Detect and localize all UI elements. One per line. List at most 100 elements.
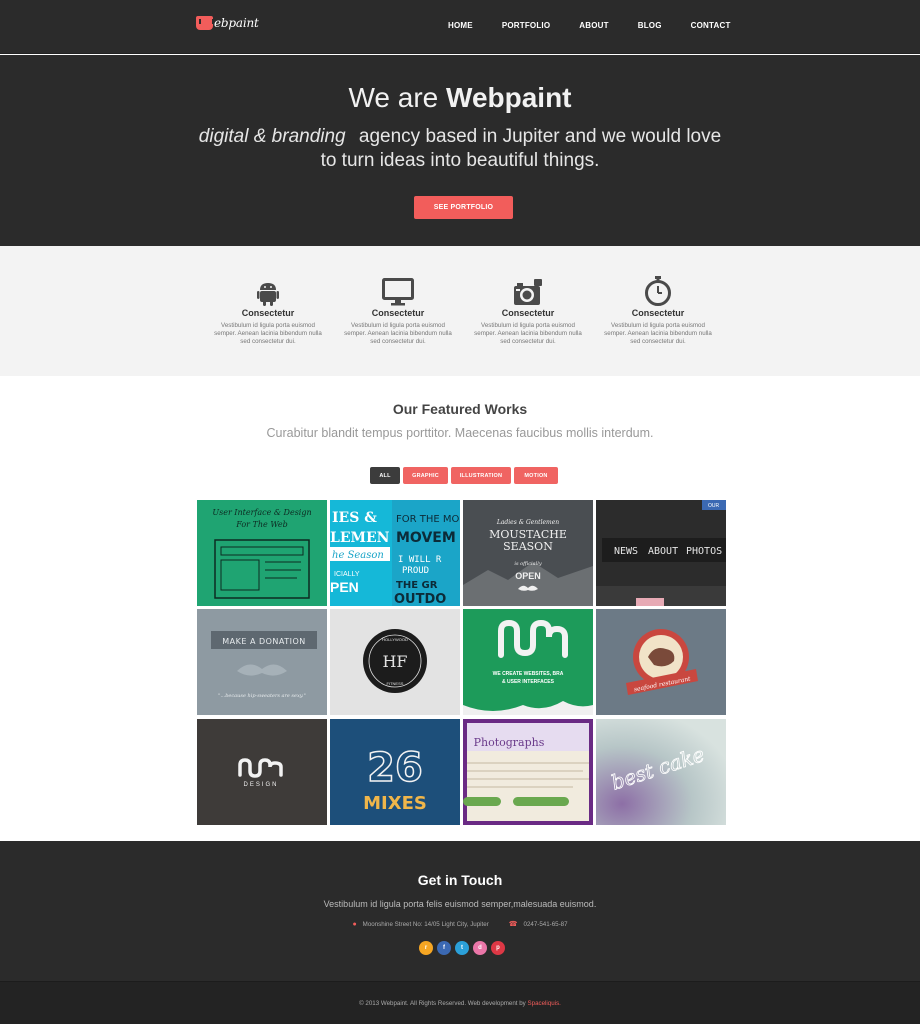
svg-text:MOVEM: MOVEM <box>396 530 456 546</box>
address-text: Moonshine Street No: 14/05 Light City, J… <box>362 920 489 928</box>
hero-subtitle-line2: to turn ideas into beautiful things. <box>320 150 600 171</box>
pinterest-icon[interactable]: p <box>491 941 505 955</box>
hero-title: We are Webpaint <box>0 82 920 114</box>
tile-text: DESIGN <box>243 782 278 788</box>
facebook-icon[interactable]: f <box>437 941 451 955</box>
works-subtitle: Curabitur blandit tempus porttitor. Maec… <box>266 426 654 440</box>
nav-home[interactable]: HOME <box>448 21 473 30</box>
hero: We are Webpaint digital & branding agenc… <box>0 55 920 246</box>
tile-text: NEWS <box>614 546 638 557</box>
service-title: Consectetur <box>631 308 685 318</box>
top-nav: ebpaint HOME PORTFOLIO ABOUT BLOG CONTAC… <box>0 0 920 54</box>
tile-text: IES & <box>332 510 377 526</box>
svg-text:OUTDO: OUTDO <box>394 592 446 606</box>
tile-text: HOLLYWOOD <box>382 637 408 642</box>
service-text: Vestibulum id ligula porta euismod sempe… <box>604 322 712 346</box>
tile-text: Ladies & Gentlemen <box>496 519 559 526</box>
service-item: Consectetur Vestibulum id ligula porta e… <box>603 276 713 347</box>
works-title: Our Featured Works <box>392 401 528 417</box>
portfolio-item[interactable]: 26 MIXES <box>330 719 460 825</box>
portfolio-item[interactable]: WE CREATE WEBSITES, BRA & USER INTERFACE… <box>463 609 593 715</box>
see-portfolio-button[interactable]: SEE PORTFOLIO <box>414 196 513 219</box>
stopwatch-icon <box>603 276 713 306</box>
logo-icon <box>196 16 214 30</box>
portfolio-item[interactable]: HF HOLLYWOOD FITNESS <box>330 609 460 715</box>
tile-text: WE CREATE WEBSITES, BRA <box>493 671 564 677</box>
tile-text: 26 <box>367 745 423 791</box>
copyright-text: © 2013 Webpaint. All Rights Reserved. We… <box>359 1000 528 1007</box>
nav-portfolio[interactable]: PORTFOLIO <box>502 21 550 30</box>
portfolio-item[interactable]: Ladies & Gentlemen MOUSTACHE SEASON is o… <box>463 500 593 606</box>
service-title: Consectetur <box>241 308 295 318</box>
contact-text: Vestibulum id ligula porta felis euismod… <box>323 899 597 909</box>
camera-icon <box>473 276 583 306</box>
tile-text: ICIALLY <box>334 571 360 578</box>
service-title: Consectetur <box>371 308 425 318</box>
svg-text:THE GR: THE GR <box>396 580 438 591</box>
hero-subtitle: digital & branding agency based in Jupit… <box>0 125 920 173</box>
portfolio-item[interactable]: seafood restaurant <box>596 609 726 715</box>
services: Consectetur Vestibulum id ligula porta e… <box>0 246 920 376</box>
filter-illustration[interactable]: ILLUSTRATION <box>451 467 511 484</box>
portfolio-item[interactable]: IES & LEMEN he Season ICIALLY PEN FOR TH… <box>330 500 460 606</box>
portfolio-item[interactable]: DESIGN <box>197 719 327 825</box>
tile-text: User Interface & Design <box>212 508 311 517</box>
hero-subtitle-rest: agency based in Jupiter and we would lov… <box>358 126 722 147</box>
tile-text: is officially <box>514 561 541 567</box>
monitor-icon <box>343 276 453 306</box>
address: ● Moonshine Street No: 14/05 Light City, … <box>352 920 488 928</box>
svg-text:I WILL R: I WILL R <box>398 555 442 565</box>
map-pin-icon: ● <box>352 920 357 928</box>
filter-graphic[interactable]: GRAPHIC <box>403 467 448 484</box>
twitter-icon[interactable]: t <box>455 941 469 955</box>
hero-title-brand: Webpaint <box>446 82 572 113</box>
portfolio-item[interactable]: best cake <box>596 719 726 825</box>
service-title: Consectetur <box>501 308 555 318</box>
portfolio-item[interactable]: Photographs <box>463 719 593 825</box>
tile-background <box>197 719 327 825</box>
svg-text:FOR THE MO: FOR THE MO <box>396 514 460 525</box>
service-item: Consectetur Vestibulum id ligula porta e… <box>213 276 323 347</box>
portfolio-filters: ALL GRAPHIC ILLUSTRATION MOTION <box>370 467 558 484</box>
tile-text: Photographs <box>474 736 545 749</box>
tile-text: OPEN <box>515 571 541 581</box>
service-text: Vestibulum id ligula porta euismod sempe… <box>474 322 582 346</box>
service-text: Vestibulum id ligula porta euismod sempe… <box>214 322 322 346</box>
copyright: © 2013 Webpaint. All Rights Reserved. We… <box>0 1000 920 1007</box>
portfolio-item[interactable]: MAKE A DONATION "...because hip-sweaters… <box>197 609 327 715</box>
tile-background <box>463 609 593 711</box>
main-menu: HOME PORTFOLIO ABOUT BLOG CONTACT <box>448 21 760 30</box>
rss-icon[interactable]: r <box>419 941 433 955</box>
nav-blog[interactable]: BLOG <box>638 21 662 30</box>
tile-text: he Season <box>332 550 384 561</box>
nav-contact[interactable]: CONTACT <box>691 21 731 30</box>
filter-motion[interactable]: MOTION <box>514 467 558 484</box>
portfolio-item[interactable]: OUR NEWS ABOUT PHOTOS <box>596 500 726 606</box>
hero-subtitle-italic: digital & branding <box>198 126 346 147</box>
logo[interactable]: ebpaint <box>196 16 259 30</box>
service-item: Consectetur Vestibulum id ligula porta e… <box>343 276 453 347</box>
footer: © 2013 Webpaint. All Rights Reserved. We… <box>0 981 920 1024</box>
service-item: Consectetur Vestibulum id ligula porta e… <box>473 276 583 347</box>
contact-section: Get in Touch Vestibulum id ligula porta … <box>0 841 920 981</box>
filter-all[interactable]: ALL <box>370 467 400 484</box>
pinterest-glyph: p <box>496 945 500 951</box>
dribbble-icon[interactable]: d <box>473 941 487 955</box>
tile-background <box>197 609 327 715</box>
tile-text: LEMEN <box>330 530 390 546</box>
hero-title-prefix: We are <box>348 82 447 113</box>
facebook-glyph: f <box>443 945 445 951</box>
tile-text: "...because hip-sweaters are sexy." <box>218 693 306 699</box>
nav-about[interactable]: ABOUT <box>579 21 608 30</box>
contact-info: ● Moonshine Street No: 14/05 Light City, … <box>0 920 920 929</box>
android-icon <box>213 276 323 306</box>
phone-text: 0247-541-65-87 <box>523 920 568 928</box>
developer-link[interactable]: Spaceliquis. <box>528 1000 561 1007</box>
contact-title: Get in Touch <box>417 872 503 888</box>
svg-text:PROUD: PROUD <box>402 566 429 576</box>
portfolio-grid: User Interface & Design For The Web IES … <box>197 500 728 825</box>
portfolio-item[interactable]: User Interface & Design For The Web <box>197 500 327 606</box>
tile-text: HF <box>382 652 407 671</box>
twitter-glyph: t <box>461 945 463 951</box>
tile-text: FITNESS <box>387 681 404 686</box>
